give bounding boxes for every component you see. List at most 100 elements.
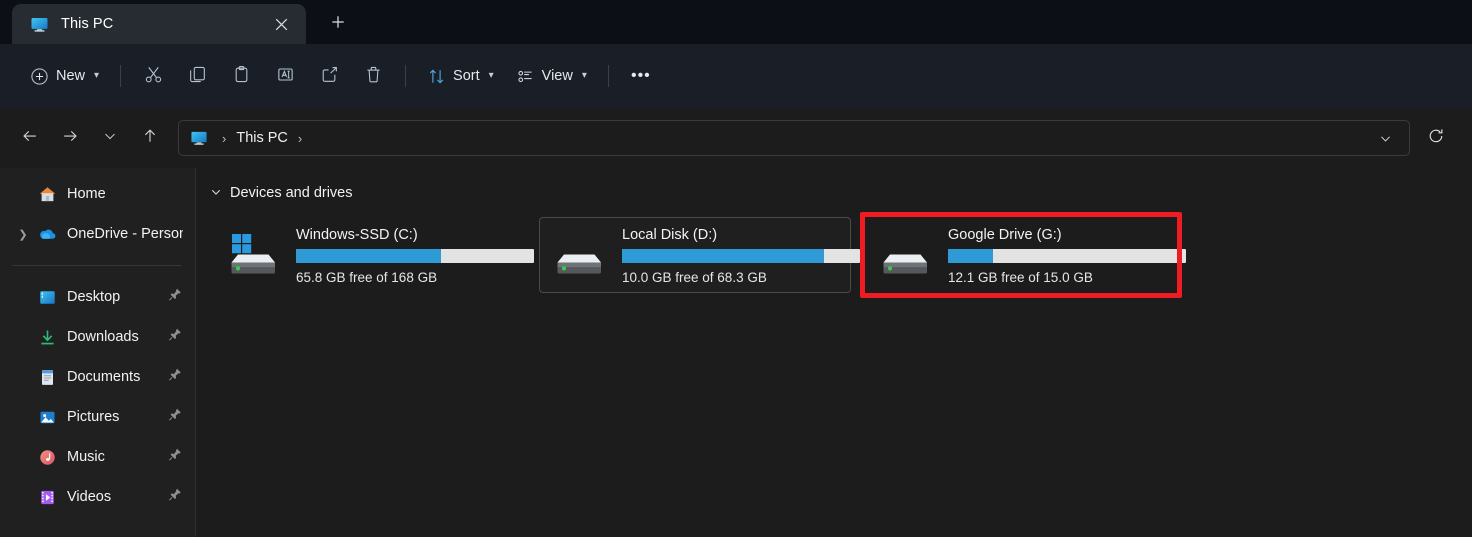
tab-this-pc[interactable]: This PC — [12, 4, 306, 44]
tab-label: This PC — [61, 16, 114, 32]
toolbar-separator-2 — [405, 65, 407, 87]
trash-icon — [364, 65, 383, 88]
view-button[interactable]: View ▾ — [506, 58, 597, 94]
address-bar-row: › This PC › — [0, 108, 1472, 168]
this-pc-monitor-icon — [190, 129, 208, 147]
plus-icon — [331, 15, 345, 34]
pin-icon[interactable] — [168, 488, 182, 507]
new-plus-circle-icon — [30, 67, 49, 86]
pictures-icon — [34, 408, 60, 427]
sidebar-item-downloads[interactable]: Downloads — [4, 317, 191, 357]
copy-button[interactable] — [176, 58, 218, 94]
paste-icon — [232, 65, 251, 88]
toolbar-separator-3 — [607, 65, 609, 87]
rename-button[interactable] — [264, 58, 306, 94]
sidebar-item-pictures[interactable]: Pictures — [4, 397, 191, 437]
breadcrumb-separator: › — [222, 130, 227, 146]
drive-name: Local Disk (D:) — [622, 226, 718, 243]
address-dropdown-button[interactable] — [1367, 123, 1403, 153]
sidebar-item-label: Pictures — [67, 409, 120, 425]
sidebar-item-home[interactable]: Home — [4, 174, 191, 214]
drive-space-text: 10.0 GB free of 68.3 GB — [622, 269, 767, 285]
forward-button[interactable] — [50, 120, 90, 156]
rename-icon — [276, 65, 295, 88]
capacity-bar-fill — [948, 248, 994, 263]
file-list-view[interactable]: Devices and drives Windows-SSD (C:) 65.8… — [196, 168, 1472, 537]
new-button-label: New — [56, 68, 86, 84]
title-bar: This PC — [0, 0, 1472, 44]
sidebar-item-label: OneDrive - Persona — [67, 226, 183, 242]
toolbar-separator — [120, 65, 122, 87]
drive-item-wrapper: Windows-SSD (C:) 65.8 GB free of 168 GB — [208, 212, 534, 298]
refresh-icon — [1427, 127, 1445, 150]
ellipsis-icon: ••• — [630, 67, 651, 84]
up-button[interactable] — [130, 120, 170, 156]
share-button[interactable] — [308, 58, 350, 94]
capacity-bar — [948, 248, 1186, 263]
home-icon — [34, 185, 60, 204]
pin-icon[interactable] — [168, 408, 182, 427]
sidebar-item-music[interactable]: Music — [4, 437, 191, 477]
drive-info: Local Disk (D:) 10.0 GB free of 68.3 GB — [622, 226, 860, 285]
drive-tile-google-drive-g[interactable]: Google Drive (G:) 12.1 GB free of 15.0 G… — [865, 217, 1186, 293]
chevron-down-icon: ▾ — [488, 70, 494, 81]
drive-name: Windows-SSD (C:) — [296, 226, 418, 243]
chevron-down-icon: ▾ — [94, 70, 100, 81]
chevron-down-icon — [102, 128, 118, 149]
navigation-pane[interactable]: Home ❯ OneDrive - Persona Desktop Downlo… — [0, 168, 196, 537]
sidebar-item-label: Music — [67, 449, 105, 465]
chevron-right-icon[interactable]: ❯ — [12, 228, 34, 241]
pin-icon[interactable] — [168, 368, 182, 387]
pin-icon[interactable] — [168, 448, 182, 467]
pin-icon[interactable] — [168, 328, 182, 347]
command-bar: New ▾ Sort ▾ View ▾ ••• — [0, 44, 1472, 108]
onedrive-cloud-icon — [34, 224, 60, 244]
view-button-label: View — [541, 68, 573, 84]
sidebar-item-label: Downloads — [67, 329, 139, 345]
sidebar-item-onedrive[interactable]: ❯ OneDrive - Persona — [4, 214, 191, 254]
sidebar-item-documents[interactable]: Documents — [4, 357, 191, 397]
breadcrumb-this-pc[interactable]: This PC — [231, 127, 293, 149]
close-icon[interactable] — [266, 11, 296, 37]
paste-button[interactable] — [220, 58, 262, 94]
desktop-icon — [34, 288, 60, 307]
sidebar-item-label: Videos — [67, 489, 112, 505]
sidebar-item-label: Desktop — [67, 289, 121, 305]
sidebar-item-label: Documents — [67, 369, 141, 385]
see-more-button[interactable]: ••• — [620, 58, 662, 94]
drive-tile-local-disk-d[interactable]: Local Disk (D:) 10.0 GB free of 68.3 GB — [539, 217, 860, 293]
group-header-devices-and-drives[interactable]: Devices and drives — [206, 180, 1472, 206]
drive-name: Google Drive (G:) — [948, 226, 1062, 243]
copy-icon — [188, 65, 207, 88]
chevron-down-icon[interactable] — [210, 186, 222, 201]
drive-tile-windows-ssd-c[interactable]: Windows-SSD (C:) 65.8 GB free of 168 GB — [213, 217, 534, 293]
drive-tiles: Windows-SSD (C:) 65.8 GB free of 168 GB — [206, 212, 1472, 298]
drive-info: Windows-SSD (C:) 65.8 GB free of 168 GB — [296, 226, 534, 285]
pin-icon[interactable] — [168, 288, 182, 307]
windows-drive-icon — [224, 232, 284, 278]
drive-item-wrapper-highlighted: Google Drive (G:) 12.1 GB free of 15.0 G… — [860, 212, 1186, 298]
sidebar-item-label: Home — [67, 186, 106, 202]
sidebar-item-videos[interactable]: Videos — [4, 477, 191, 517]
sort-button[interactable]: Sort ▾ — [417, 58, 504, 94]
address-bar[interactable]: › This PC › — [178, 120, 1410, 156]
downloads-icon — [34, 328, 60, 347]
videos-icon — [34, 488, 60, 507]
capacity-bar-fill — [296, 248, 442, 263]
view-list-icon — [516, 67, 535, 86]
arrow-up-icon — [141, 127, 159, 150]
local-drive-icon — [550, 232, 610, 278]
documents-icon — [34, 368, 60, 387]
breadcrumb-separator-2[interactable]: › — [293, 131, 307, 146]
recent-locations-button[interactable] — [90, 120, 130, 156]
back-button[interactable] — [10, 120, 50, 156]
sidebar-item-desktop[interactable]: Desktop — [4, 277, 191, 317]
cut-button[interactable] — [132, 58, 174, 94]
delete-button[interactable] — [352, 58, 394, 94]
new-button[interactable]: New ▾ — [20, 58, 109, 94]
capacity-bar-fill — [622, 248, 825, 263]
new-tab-button[interactable] — [320, 7, 356, 41]
refresh-button[interactable] — [1414, 120, 1458, 156]
drive-item-wrapper: Local Disk (D:) 10.0 GB free of 68.3 GB — [534, 212, 860, 298]
drive-space-text: 12.1 GB free of 15.0 GB — [948, 269, 1093, 285]
